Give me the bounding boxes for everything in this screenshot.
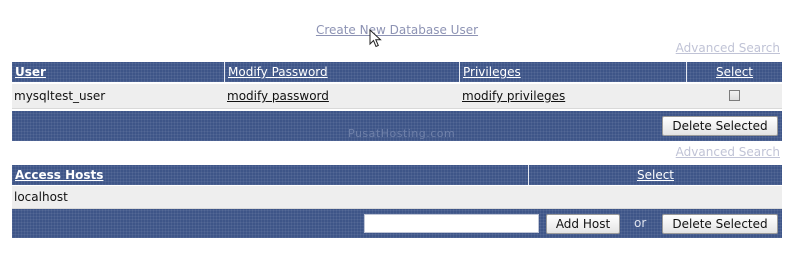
user-name: mysqltest_user	[14, 89, 106, 103]
header-select[interactable]: Select	[687, 62, 782, 82]
users-table-header: User Modify Password Privileges Select	[12, 62, 782, 82]
host-input[interactable]	[364, 214, 539, 233]
table-row: mysqltest_user modify password modify pr…	[12, 84, 782, 109]
mouse-pointer-icon	[369, 29, 382, 48]
host-name: localhost	[14, 190, 68, 204]
header-access-hosts[interactable]: Access Hosts	[12, 165, 528, 185]
advanced-search-link-hosts[interactable]: Advanced Search	[676, 145, 780, 159]
header-user[interactable]: User	[12, 62, 224, 82]
header-privileges[interactable]: Privileges	[460, 62, 686, 82]
create-new-database-user-link[interactable]: Create New Database User	[0, 23, 794, 37]
select-user-checkbox[interactable]	[729, 90, 740, 101]
watermark-text: PusatHosting.com	[348, 127, 456, 140]
delete-selected-hosts-button[interactable]: Delete Selected	[662, 214, 778, 234]
table-row: localhost	[12, 186, 782, 209]
or-label: or	[634, 216, 647, 230]
add-host-button[interactable]: Add Host	[546, 214, 620, 234]
header-modify-password[interactable]: Modify Password	[225, 62, 459, 82]
modify-privileges-link[interactable]: modify privileges	[462, 84, 565, 108]
header-select-hosts[interactable]: Select	[529, 165, 782, 185]
hosts-table-header: Access Hosts Select	[12, 165, 782, 185]
delete-selected-users-button[interactable]: Delete Selected	[662, 116, 778, 136]
modify-password-link[interactable]: modify password	[227, 84, 329, 108]
advanced-search-link-users[interactable]: Advanced Search	[676, 41, 780, 55]
